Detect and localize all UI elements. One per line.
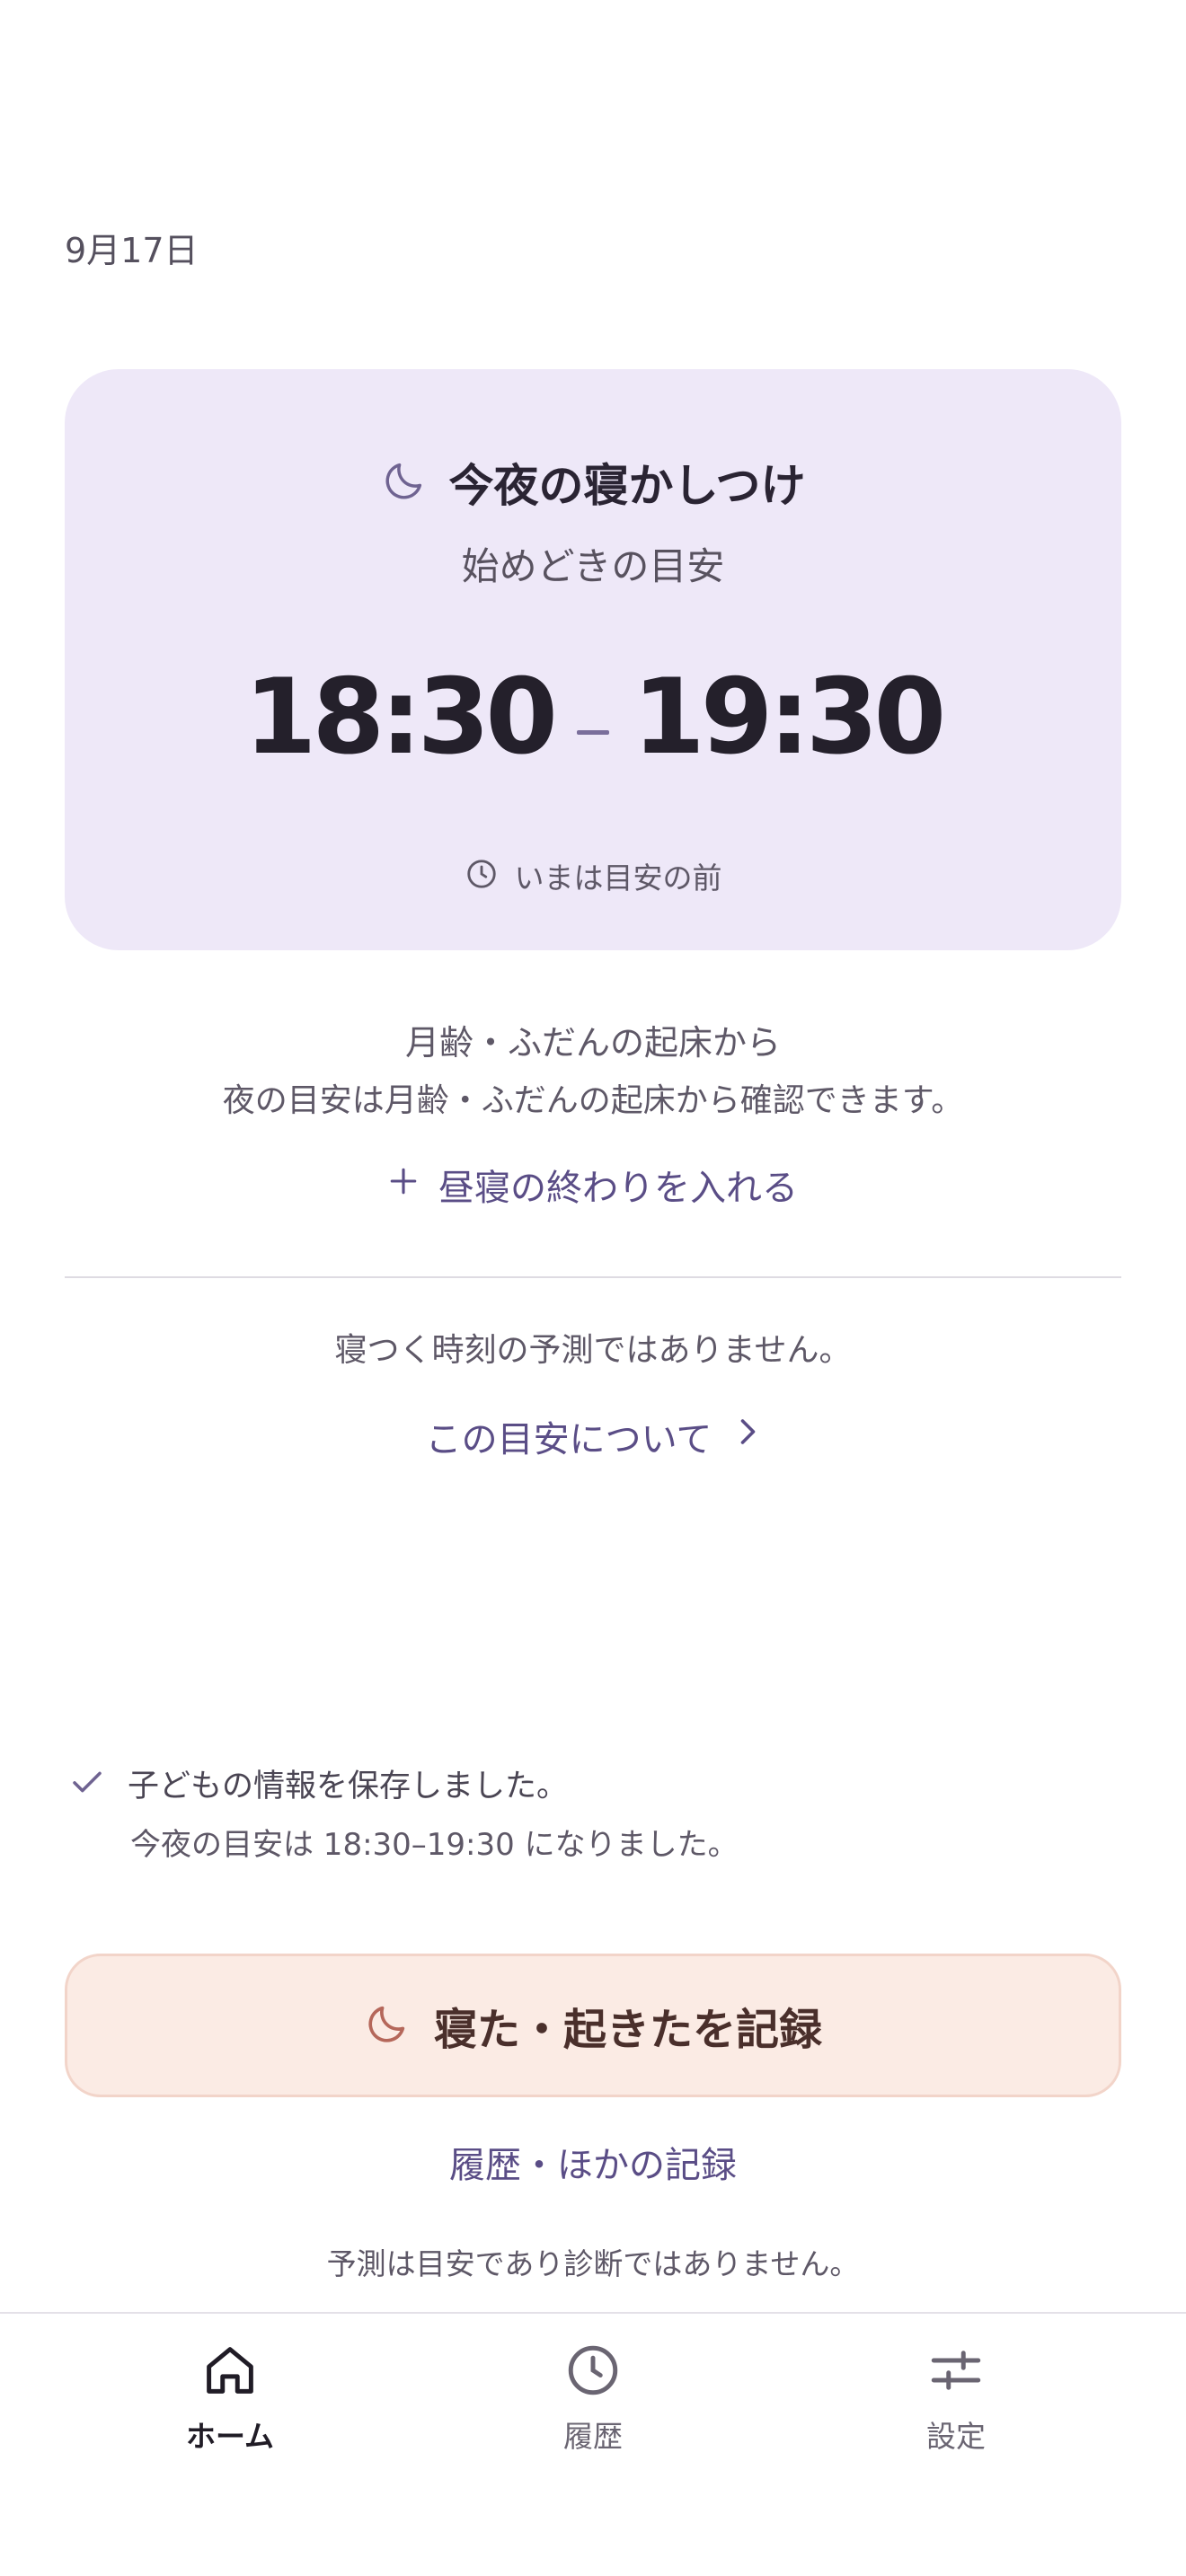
divider <box>65 1276 1121 1278</box>
chevron-right-icon <box>733 1416 760 1457</box>
card-title: 今夜の寝かしつけ <box>448 460 806 512</box>
home-icon <box>200 2341 260 2404</box>
time-dash <box>577 730 609 735</box>
moon-icon <box>381 457 428 507</box>
about-guideline-link[interactable]: この目安について <box>0 1410 1186 1462</box>
saved-toast: 子どもの情報を保存しました。 <box>68 1760 568 1806</box>
nav-home-label: ホーム <box>185 2419 274 2454</box>
disclaimer: 予測は目安であり診断ではありません。 <box>326 2246 860 2281</box>
add-nap-end-label: 昼寝の終わりを入れる <box>438 1168 798 1209</box>
saved-toast-detail: 今夜の目安は 18:30–19:30 になりました。 <box>130 1827 739 1863</box>
history-other-records-link[interactable]: 履歴・ほかの記録 <box>0 2136 1186 2188</box>
basis-text: 月齢・ふだんの起床から <box>404 1023 781 1063</box>
clock-icon <box>465 857 499 895</box>
plus-icon <box>388 1164 419 1205</box>
bedtime-card: 今夜の寝かしつけ 始めどきの目安 18:30 19:30 いまは目安の前 <box>65 369 1121 950</box>
not-prediction-note: 寝つく時刻の予測ではありません。 <box>334 1332 852 1369</box>
nav-history-label: 履歴 <box>563 2419 623 2454</box>
nav-home[interactable]: ホーム <box>122 2341 338 2456</box>
nav-history[interactable]: 履歴 <box>485 2341 701 2456</box>
time-start: 18:30 <box>243 657 558 778</box>
add-nap-end-link[interactable]: 昼寝の終わりを入れる <box>0 1159 1186 1211</box>
saved-toast-title: 子どもの情報を保存しました。 <box>128 1769 569 1804</box>
basis-description: 夜の目安は月齢・ふだんの起床から確認できます。 <box>222 1082 964 1119</box>
card-subtitle: 始めどきの目安 <box>461 544 725 588</box>
sliders-icon <box>926 2341 986 2404</box>
clock-icon <box>563 2341 623 2404</box>
moon-icon <box>364 2000 411 2051</box>
date-label: 9月17日 <box>65 231 199 270</box>
about-guideline-label: この目安について <box>425 1419 712 1460</box>
timing-status: いまは目安の前 <box>514 860 722 895</box>
record-sleep-button[interactable]: 寝た・起きたを記録 <box>65 1954 1121 2097</box>
nav-settings-label: 設定 <box>926 2419 986 2454</box>
time-end: 19:30 <box>633 657 946 778</box>
bottom-nav: ホーム 履歴 設定 <box>0 2314 1186 2576</box>
nav-settings[interactable]: 設定 <box>848 2341 1064 2456</box>
record-sleep-label: 寝た・起きたを記録 <box>433 2005 822 2055</box>
check-icon <box>68 1763 106 1804</box>
